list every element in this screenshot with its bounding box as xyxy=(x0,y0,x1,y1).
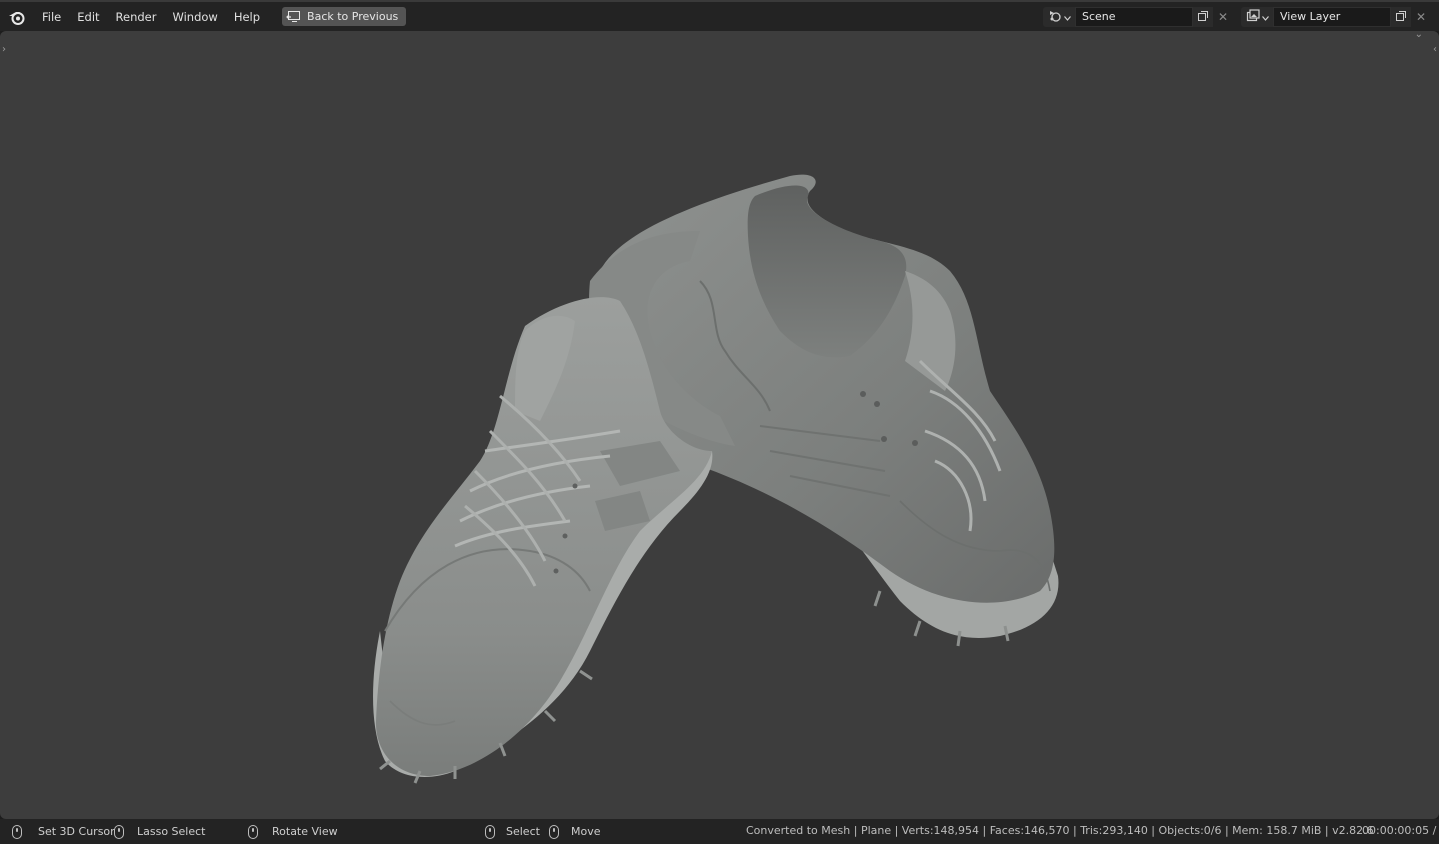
view-layer-icon xyxy=(1246,9,1260,25)
close-icon: ✕ xyxy=(1217,10,1229,24)
mouse-drag-icon xyxy=(114,824,124,839)
scene-statistics: Converted to Mesh | Plane | Verts:148,95… xyxy=(746,824,1374,837)
new-view-layer-button[interactable] xyxy=(1391,7,1411,27)
mouse-middle-icon xyxy=(248,824,258,839)
top-bar: File Edit Render Window Help Back to Pre… xyxy=(0,0,1439,31)
view-layer-selector: View Layer ✕ xyxy=(1241,7,1431,27)
back-to-previous-button[interactable]: Back to Previous xyxy=(282,7,407,26)
hint-select: Select xyxy=(485,823,540,840)
back-to-previous-label: Back to Previous xyxy=(307,10,399,23)
new-scene-button[interactable] xyxy=(1193,7,1213,27)
view-layer-dropdown[interactable] xyxy=(1241,7,1273,27)
hint-label: Lasso Select xyxy=(137,825,206,838)
menu-file[interactable]: File xyxy=(34,6,69,28)
back-to-previous-icon xyxy=(286,10,301,23)
new-datablock-icon xyxy=(1197,10,1209,25)
hint-lasso-select: Lasso Select xyxy=(114,823,206,840)
close-icon: ✕ xyxy=(1415,10,1427,24)
new-datablock-icon xyxy=(1395,10,1407,25)
blender-logo-icon[interactable] xyxy=(0,2,34,31)
hint-label: Move xyxy=(571,825,601,838)
shoes-mesh-render xyxy=(373,174,1059,784)
hint-set-3d-cursor: Set 3D Cursor xyxy=(12,823,115,840)
hint-label: Set 3D Cursor xyxy=(38,825,115,838)
chevron-down-icon xyxy=(1261,11,1269,24)
menu-window[interactable]: Window xyxy=(164,6,225,28)
mouse-left-icon xyxy=(485,824,495,839)
scene-icon xyxy=(1048,9,1062,25)
view-layer-name-field[interactable]: View Layer xyxy=(1273,7,1391,27)
status-bar: Set 3D Cursor Lasso Select Rotate View S… xyxy=(0,819,1439,844)
hint-rotate-view: Rotate View xyxy=(248,823,338,840)
mouse-drag-icon xyxy=(549,824,559,839)
playback-time: 00:00:00:05 / 0 xyxy=(1362,824,1439,837)
scene-name-field[interactable]: Scene xyxy=(1075,7,1193,27)
mouse-left-icon xyxy=(12,824,22,839)
hint-label: Select xyxy=(506,825,540,838)
menu-render[interactable]: Render xyxy=(108,6,165,28)
menu-help[interactable]: Help xyxy=(226,6,268,28)
3d-viewport[interactable]: › ‹ ⌄ xyxy=(0,31,1439,819)
chevron-down-icon xyxy=(1063,11,1071,24)
hint-move: Move xyxy=(549,823,601,840)
scene-dropdown[interactable] xyxy=(1043,7,1075,27)
menu-edit[interactable]: Edit xyxy=(69,6,107,28)
hint-label: Rotate View xyxy=(272,825,338,838)
scene-selector: Scene ✕ xyxy=(1043,7,1233,27)
delete-view-layer-button[interactable]: ✕ xyxy=(1411,7,1431,27)
delete-scene-button[interactable]: ✕ xyxy=(1213,7,1233,27)
